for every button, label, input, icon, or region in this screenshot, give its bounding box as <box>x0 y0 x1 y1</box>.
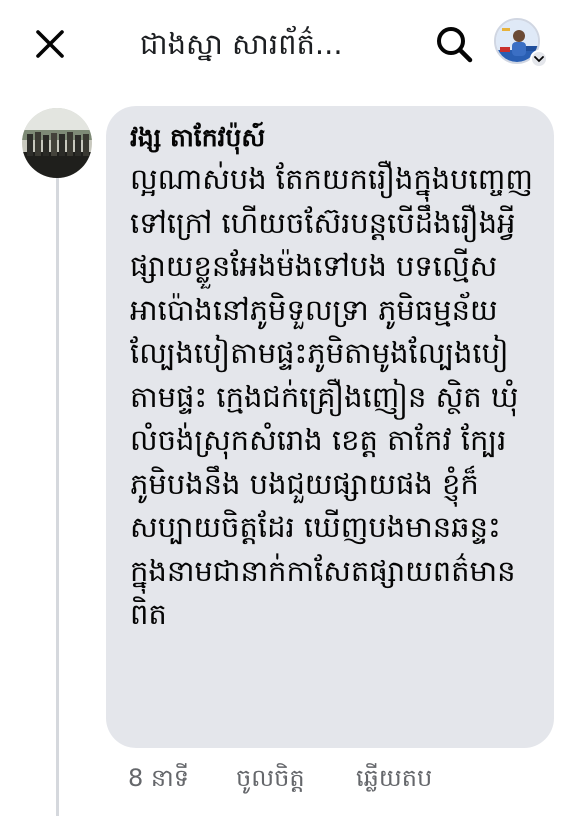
comment-time: 8 នាទី <box>128 763 189 792</box>
search-button[interactable] <box>430 20 478 68</box>
comment-actions: 8 នាទី ចូលចិត្ត ឆ្លើយតប <box>128 760 432 800</box>
comment-bubble: វង្ស តាកែវប៉ុស៍ ល្អណាស់បង តែកយករឿងក្នុងប… <box>106 106 554 748</box>
comment-author[interactable]: វង្ស តាកែវប៉ុស៍ <box>130 118 265 158</box>
reply-button[interactable]: ឆ្លើយតប <box>356 763 432 798</box>
close-button[interactable] <box>28 22 72 66</box>
comment-text: ល្អណាស់បង តែកយករឿងក្នុងបញ្ចេញទៅក្រៅ ហើយច… <box>130 162 534 631</box>
close-icon <box>36 30 64 58</box>
commenter-avatar[interactable] <box>22 108 92 178</box>
profile-menu-button[interactable] <box>494 18 548 70</box>
top-bar: ជាងស្នា សារព័ត៌... <box>0 0 576 88</box>
thread-line <box>56 178 59 816</box>
page-title: ជាងស្នា សារព័ត៌... <box>140 27 343 61</box>
like-button[interactable]: ចូលចិត្ត <box>236 763 356 798</box>
search-icon <box>437 27 473 63</box>
chevron-down-icon <box>530 50 548 68</box>
